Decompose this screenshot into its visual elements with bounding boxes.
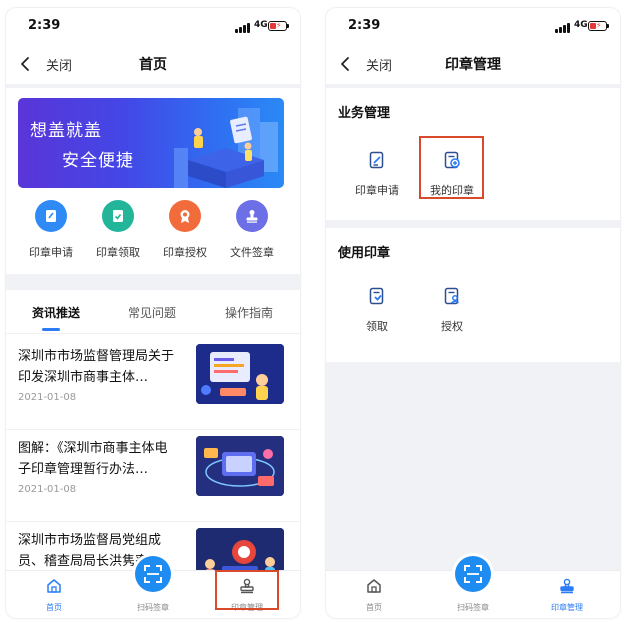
tab-scan[interactable]: 扫码签章 bbox=[118, 599, 188, 613]
tab-scan-label: 扫码签章 bbox=[457, 603, 489, 612]
network-label: 4G bbox=[574, 20, 588, 30]
menu-item-seal-apply[interactable]: 印章申请 bbox=[345, 150, 409, 198]
active-tab-indicator bbox=[42, 328, 60, 331]
tab-faq[interactable]: 常见问题 bbox=[128, 304, 176, 321]
promo-banner[interactable]: 想盖就盖 安全便捷 bbox=[18, 98, 284, 188]
battery-icon: ⚡ bbox=[268, 21, 289, 31]
highlight-box bbox=[419, 136, 484, 199]
news-item[interactable]: 图解：《深圳市商事主体电子印章管理暂行办法… 2021-01-08 bbox=[6, 430, 300, 522]
tab-home[interactable]: 首页 bbox=[19, 577, 89, 613]
close-button[interactable]: 关闭 bbox=[46, 55, 72, 74]
menu-item-label: 印章申请 bbox=[355, 184, 399, 197]
banner-line-2: 安全便捷 bbox=[62, 151, 134, 171]
nav-bar: 关闭 首页 bbox=[6, 44, 300, 84]
status-bar: 2:39 4G ⚡ bbox=[6, 8, 300, 44]
menu-item-label: 领取 bbox=[366, 320, 388, 333]
tab-home[interactable]: 首页 bbox=[339, 577, 409, 613]
quick-action-file-sign[interactable]: 文件签章 bbox=[219, 200, 285, 260]
banner-line-1: 想盖就盖 bbox=[30, 121, 102, 141]
news-title: 深圳市市场监督管理局关于印发深圳市商事主体… bbox=[18, 349, 175, 385]
home-icon bbox=[47, 579, 61, 593]
doc-check-icon bbox=[102, 200, 134, 232]
tab-seal-management[interactable]: 印章管理 bbox=[532, 577, 602, 613]
nav-bar: 关闭 印章管理 bbox=[326, 44, 620, 84]
quick-action-label: 印章领取 bbox=[96, 246, 140, 259]
scan-button[interactable] bbox=[455, 556, 491, 592]
receive-doc-icon bbox=[369, 287, 384, 305]
quick-action-label: 文件签章 bbox=[230, 246, 274, 259]
quick-action-seal-apply[interactable]: 印章申请 bbox=[18, 200, 84, 260]
business-section: 业务管理 印章申请 我的印章 bbox=[326, 88, 620, 220]
tab-scan[interactable]: 扫码签章 bbox=[438, 599, 508, 613]
signal-icon bbox=[235, 22, 251, 33]
menu-item-label: 授权 bbox=[441, 320, 463, 333]
news-thumbnail bbox=[196, 436, 284, 496]
authorize-doc-icon bbox=[444, 287, 460, 305]
news-date: 2021-01-08 bbox=[18, 484, 77, 495]
home-screen: 2:39 4G ⚡ 关闭 首页 想盖就盖 安全便捷 印章申请 印章领取 印章授权… bbox=[6, 8, 300, 618]
back-arrow-icon[interactable] bbox=[18, 56, 34, 72]
section-title: 使用印章 bbox=[338, 246, 391, 261]
network-label: 4G bbox=[254, 20, 268, 30]
menu-item-authorize[interactable]: 授权 bbox=[420, 286, 484, 334]
edit-doc-icon bbox=[369, 151, 384, 169]
stamp-icon bbox=[236, 200, 268, 232]
tab-home-label: 首页 bbox=[366, 603, 382, 612]
pencil-doc-icon bbox=[35, 200, 67, 232]
home-top-card: 想盖就盖 安全便捷 印章申请 印章领取 印章授权 文件签章 bbox=[6, 88, 300, 274]
news-item[interactable]: 深圳市市场监督管理局关于印发深圳市商事主体… 2021-01-08 bbox=[6, 338, 300, 430]
signal-icon bbox=[555, 22, 571, 33]
scan-button[interactable] bbox=[135, 556, 171, 592]
status-time: 2:39 bbox=[348, 18, 381, 33]
award-badge-icon bbox=[169, 200, 201, 232]
quick-action-label: 印章申请 bbox=[29, 246, 73, 259]
close-button[interactable]: 关闭 bbox=[366, 55, 392, 74]
tab-seal-label: 印章管理 bbox=[551, 603, 583, 612]
banner-illustration bbox=[174, 108, 278, 188]
news-card: 资讯推送 常见问题 操作指南 深圳市市场监督管理局关于印发深圳市商事主体… 20… bbox=[6, 290, 300, 593]
use-seal-section: 使用印章 领取 授权 bbox=[326, 228, 620, 362]
tab-news[interactable]: 资讯推送 bbox=[32, 304, 80, 321]
quick-action-label: 印章授权 bbox=[163, 246, 207, 259]
status-time: 2:39 bbox=[28, 18, 61, 33]
status-bar: 2:39 4G ⚡ bbox=[326, 8, 620, 44]
seal-management-screen: 2:39 4G ⚡ 关闭 印章管理 业务管理 印章申请 我的印章 使用印章 领取 bbox=[326, 8, 620, 618]
section-title: 业务管理 bbox=[338, 106, 391, 121]
menu-item-receive[interactable]: 领取 bbox=[345, 286, 409, 334]
news-thumbnail bbox=[196, 344, 284, 404]
news-tabs: 资讯推送 常见问题 操作指南 bbox=[6, 290, 300, 334]
quick-action-seal-authorize[interactable]: 印章授权 bbox=[152, 200, 218, 260]
battery-icon: ⚡ bbox=[588, 21, 609, 31]
tab-home-label: 首页 bbox=[46, 603, 62, 612]
tab-scan-label: 扫码签章 bbox=[137, 603, 169, 612]
tab-guide[interactable]: 操作指南 bbox=[225, 304, 273, 321]
scan-icon bbox=[464, 565, 482, 583]
highlight-box bbox=[215, 570, 279, 610]
home-icon bbox=[367, 579, 381, 593]
news-title: 图解：《深圳市商事主体电子印章管理暂行办法… bbox=[18, 441, 168, 477]
news-date: 2021-01-08 bbox=[18, 392, 77, 403]
back-arrow-icon[interactable] bbox=[338, 56, 354, 72]
stamp-icon bbox=[560, 578, 574, 594]
scan-icon bbox=[144, 565, 162, 583]
quick-action-seal-receive[interactable]: 印章领取 bbox=[85, 200, 151, 260]
